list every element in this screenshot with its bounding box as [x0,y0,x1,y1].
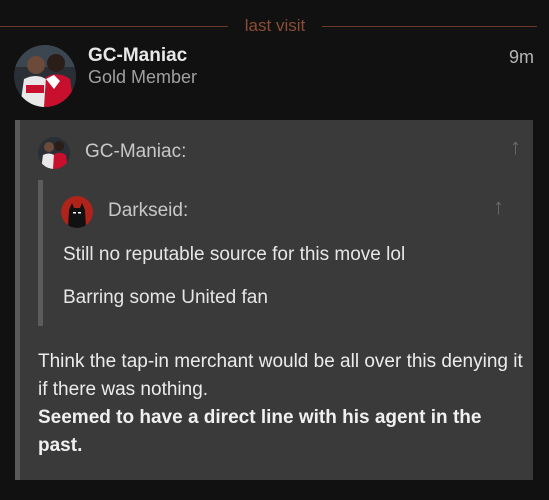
nested-quote-line: Barring some United fan [63,287,268,308]
nested-quote-author-avatar [61,196,93,228]
quote-author-name: GC-Maniac: [85,141,187,162]
nested-quote-author-name: Darkseid: [108,200,189,221]
post-body: Think the tap-in merchant would be all o… [38,348,528,460]
arrow-up-icon[interactable]: ↑ [493,196,504,218]
last-visit-label: last visit [244,16,306,35]
post-timestamp[interactable]: 9m [509,46,534,68]
author-title: Gold Member [88,67,198,87]
post-body-text: Think the tap-in merchant would be all o… [38,351,523,400]
last-visit-divider-right [322,26,537,27]
arrow-up-icon[interactable]: ↑ [510,136,521,158]
nested-quote-block: Darkseid: ↑ Still no reputable source fo… [38,180,516,326]
forum-post-page: last visit GC-Maniac Gold Member 9m GC-M… [0,0,549,500]
last-visit-divider-left [0,26,228,27]
post-body-bold-text: Seemed to have a direct line with his ag… [38,407,482,456]
author-avatar[interactable] [14,45,76,107]
nested-quote-line: Still no reputable source for this move … [63,244,406,265]
quote-block: GC-Maniac: ↑ Darkseid: ↑ Still no reputa… [15,120,533,480]
quote-author-avatar [38,137,70,169]
author-username[interactable]: GC-Maniac [88,44,187,68]
